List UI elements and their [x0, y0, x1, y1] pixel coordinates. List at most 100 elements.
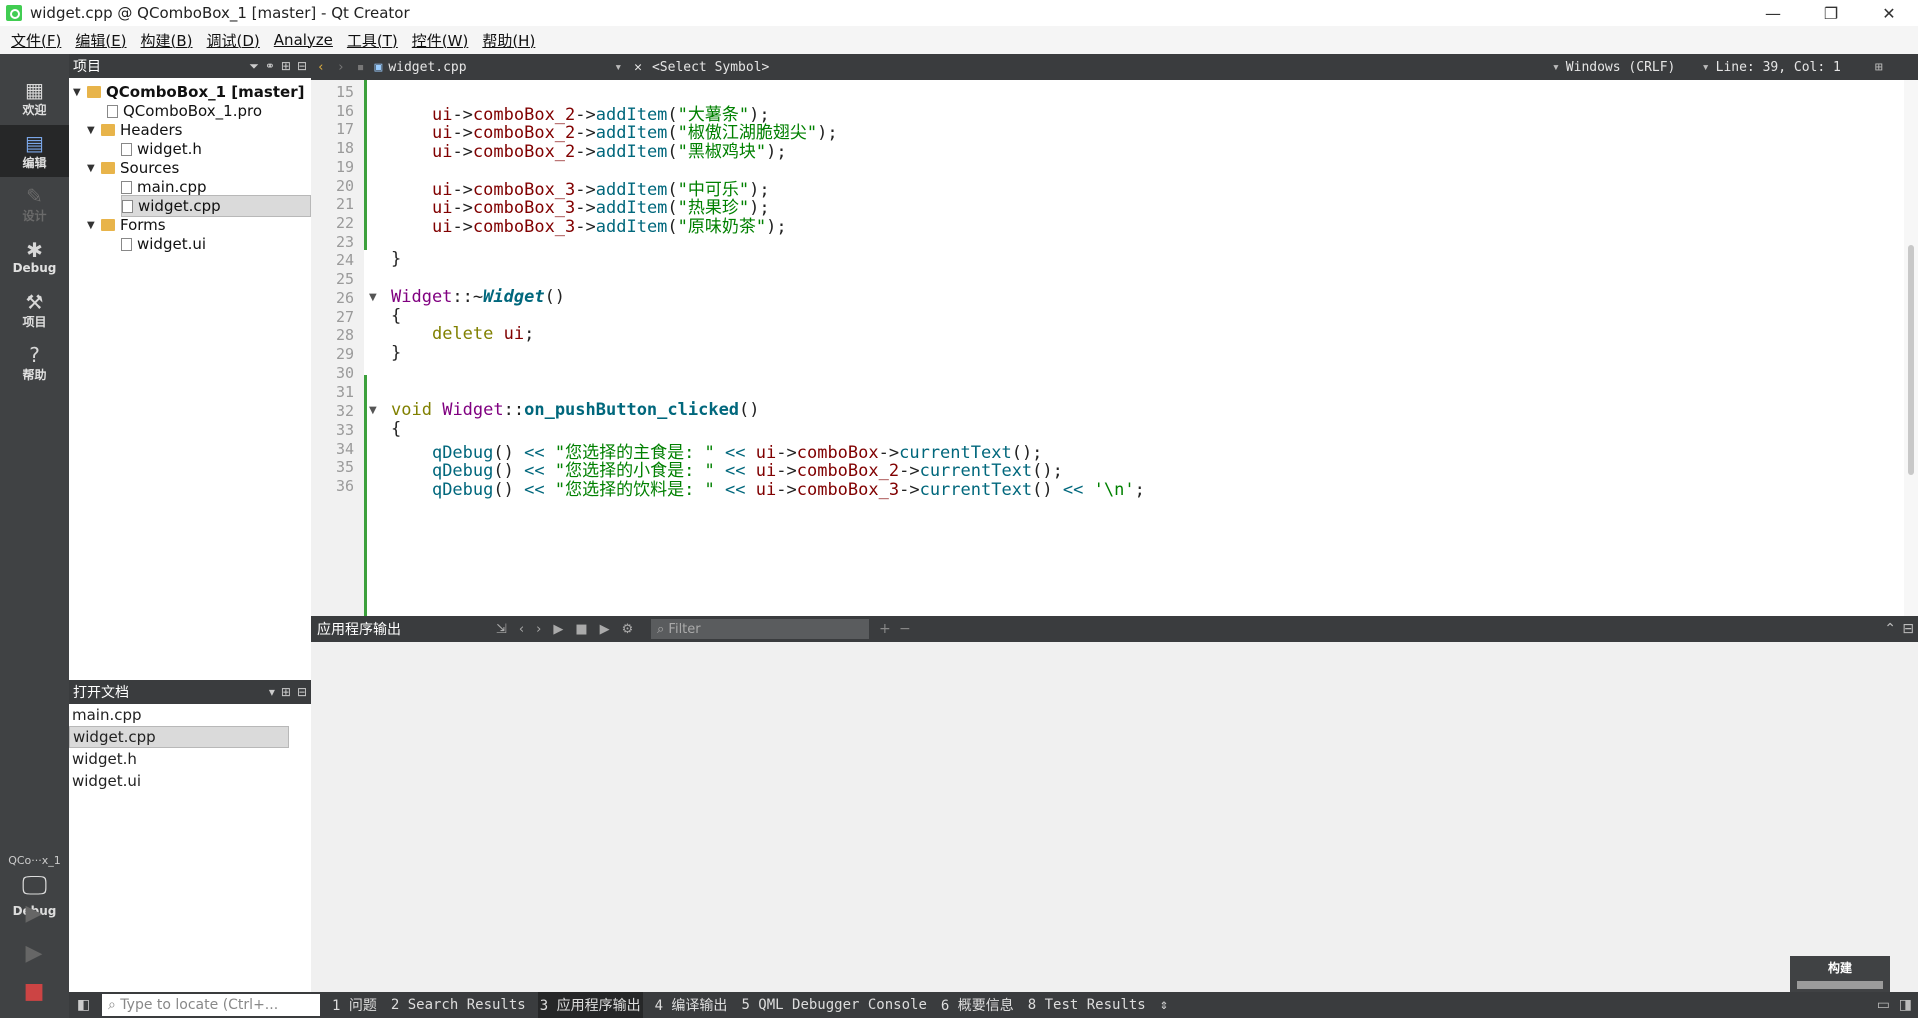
line-number: 24 [335, 251, 354, 270]
line-number: 25 [335, 270, 354, 288]
tab-general-messages[interactable]: 6 概要信息 [939, 992, 1016, 1018]
scrollbar-thumb[interactable] [1908, 245, 1914, 475]
line-ending-selector[interactable]: Windows (CRLF) [1566, 60, 1702, 75]
open-doc-item[interactable]: widget.h [69, 748, 311, 770]
restore-button[interactable]: ❐ [1802, 0, 1860, 26]
filter-input[interactable]: ⌕ Filter [651, 619, 869, 639]
cpp-file-icon: ▣ [374, 59, 383, 75]
menu-help[interactable]: 帮助(H) [475, 30, 542, 51]
menu-debug[interactable]: 调试(D) [200, 30, 267, 51]
mode-edit[interactable]: ▤ 编辑 [0, 125, 69, 177]
mode-help[interactable]: ? 帮助 [0, 337, 69, 389]
change-marker [364, 80, 367, 250]
file-selector[interactable]: widget.cpp [388, 60, 614, 75]
fold-arrow-icon[interactable]: ▼ [369, 405, 377, 416]
split-icon[interactable]: ⊞ [281, 59, 291, 73]
progress-details-icon[interactable]: ▭ [1877, 997, 1890, 1013]
menu-bar: 文件(F) 编辑(E) 构建(B) 调试(D) Analyze 工具(T) 控件… [0, 26, 1918, 54]
back-arrow-icon[interactable]: ‹ [317, 60, 325, 75]
menu-build[interactable]: 构建(B) [134, 30, 200, 51]
open-docs-title[interactable]: 打开文档 [73, 682, 129, 702]
link-icon[interactable]: ⚭ [265, 59, 275, 73]
fold-arrow-icon[interactable]: ▼ [369, 292, 377, 303]
close-panel-icon[interactable]: ⊟ [297, 685, 307, 699]
tab-issues[interactable]: 1 问题 [330, 992, 379, 1018]
forward-arrow-icon[interactable]: › [337, 60, 345, 75]
tree-item-label: widget.cpp [138, 197, 221, 215]
toggle-right-sidebar-icon[interactable]: ◨ [1899, 997, 1912, 1013]
line-number: 35 [335, 458, 354, 477]
minimize-button[interactable]: — [1744, 0, 1802, 26]
split-editor-icon[interactable]: ⊞ [1875, 60, 1883, 75]
tree-item-label: QComboBox_1.pro [123, 102, 262, 120]
menu-tools[interactable]: 工具(T) [340, 30, 405, 51]
chevron-down-icon[interactable]: ▼ [87, 220, 101, 231]
lock-icon: ▪ [356, 59, 365, 75]
mode-projects[interactable]: ⚒ 项目 [0, 284, 69, 336]
chevron-down-icon[interactable]: ▾ [614, 60, 622, 75]
chevron-down-icon[interactable]: ▼ [87, 125, 101, 136]
line-number: 19 [335, 157, 354, 176]
open-doc-item-selected[interactable]: widget.cpp [69, 726, 289, 748]
toggle-sidebar-icon[interactable]: ◧ [77, 997, 90, 1013]
open-doc-item[interactable]: main.cpp [69, 704, 311, 726]
line-number: 33 [335, 420, 354, 439]
menu-analyze[interactable]: Analyze [267, 31, 340, 49]
code-editor[interactable]: 15 16 17 18 19 20 21 22 23 24 25 26 27 28 29 30 31 32 33 34… [311, 80, 1918, 616]
run-icon[interactable]: ▶ [553, 622, 563, 637]
chevron-down-icon[interactable]: ▾ [1552, 60, 1560, 75]
run-icon[interactable]: ▶ [18, 901, 50, 931]
menu-controls[interactable]: 控件(W) [405, 30, 476, 51]
mode-design[interactable]: ✎ 设计 [0, 178, 69, 230]
tab-search-results[interactable]: 2 Search Results [389, 992, 528, 1018]
split-icon[interactable]: ⊞ [281, 685, 291, 699]
zoom-out-icon[interactable]: − [899, 621, 911, 637]
cursor-position[interactable]: Line: 39, Col: 1 [1716, 60, 1841, 75]
menu-file[interactable]: 文件(F) [4, 30, 68, 51]
line-number: 15 [335, 83, 354, 101]
tab-qml-debugger[interactable]: 5 QML Debugger Console [739, 992, 928, 1018]
mode-debug[interactable]: ✱ Debug [0, 231, 69, 283]
close-pane-icon[interactable]: ⊟ [1902, 621, 1914, 637]
chevron-down-icon[interactable]: ▼ [87, 163, 101, 174]
close-file-icon[interactable]: ✕ [634, 60, 642, 75]
zoom-in-icon[interactable]: + [879, 621, 891, 637]
more-tabs-icon[interactable]: ⇕ [1158, 992, 1170, 1018]
vertical-scrollbar[interactable] [1904, 80, 1918, 616]
tree-item-widget-ui[interactable]: widget.ui [121, 233, 206, 255]
chevron-down-icon[interactable]: ▼ [73, 87, 87, 98]
close-button[interactable]: ✕ [1860, 0, 1918, 26]
chevron-down-icon[interactable]: ▾ [1702, 60, 1710, 75]
next-icon[interactable]: › [536, 622, 541, 637]
symbol-selector[interactable]: <Select Symbol> [652, 60, 1552, 75]
filter-icon[interactable]: ⏷ [249, 59, 259, 74]
mode-welcome[interactable]: ▦ 欢迎 [0, 72, 69, 124]
locator-input[interactable]: ⌕ Type to locate (Ctrl+... [102, 994, 320, 1016]
build-hammer-icon[interactable]: ■ [18, 979, 50, 1009]
projects-panel-title[interactable]: 项目 [73, 56, 101, 76]
close-panel-icon[interactable]: ⊟ [297, 59, 307, 73]
stop-icon[interactable]: ■ [575, 622, 587, 637]
filter-placeholder: Filter [668, 621, 701, 637]
debug-run-icon[interactable]: ▶ [18, 941, 50, 971]
line-number: 20 [335, 176, 354, 195]
tab-compile-output[interactable]: 4 编译输出 [653, 992, 730, 1018]
dropdown-icon[interactable]: ▾ [269, 685, 275, 699]
open-doc-item[interactable]: widget.ui [69, 770, 311, 792]
maximize-pane-icon[interactable]: ⌃ [1884, 621, 1896, 637]
tree-item-label: Headers [120, 121, 183, 139]
prev-icon[interactable]: ‹ [519, 622, 524, 637]
menu-edit[interactable]: 编辑(E) [68, 30, 133, 51]
attach-icon[interactable]: ⇲ [496, 622, 507, 637]
tab-test-results[interactable]: 8 Test Results [1026, 992, 1148, 1018]
tree-item-label: main.cpp [137, 178, 207, 196]
grid-icon: ▦ [25, 77, 44, 102]
application-output-area[interactable] [311, 642, 1918, 992]
code-line: } [391, 343, 402, 364]
line-number: 36 [335, 477, 354, 496]
line-number: 26 [335, 288, 354, 307]
tab-application-output[interactable]: 3 应用程序输出 [537, 992, 643, 1018]
settings-gear-icon[interactable]: ⚙ [622, 622, 634, 637]
debug-run-icon[interactable]: ▶ [600, 622, 610, 637]
pro-file-icon [107, 104, 118, 118]
